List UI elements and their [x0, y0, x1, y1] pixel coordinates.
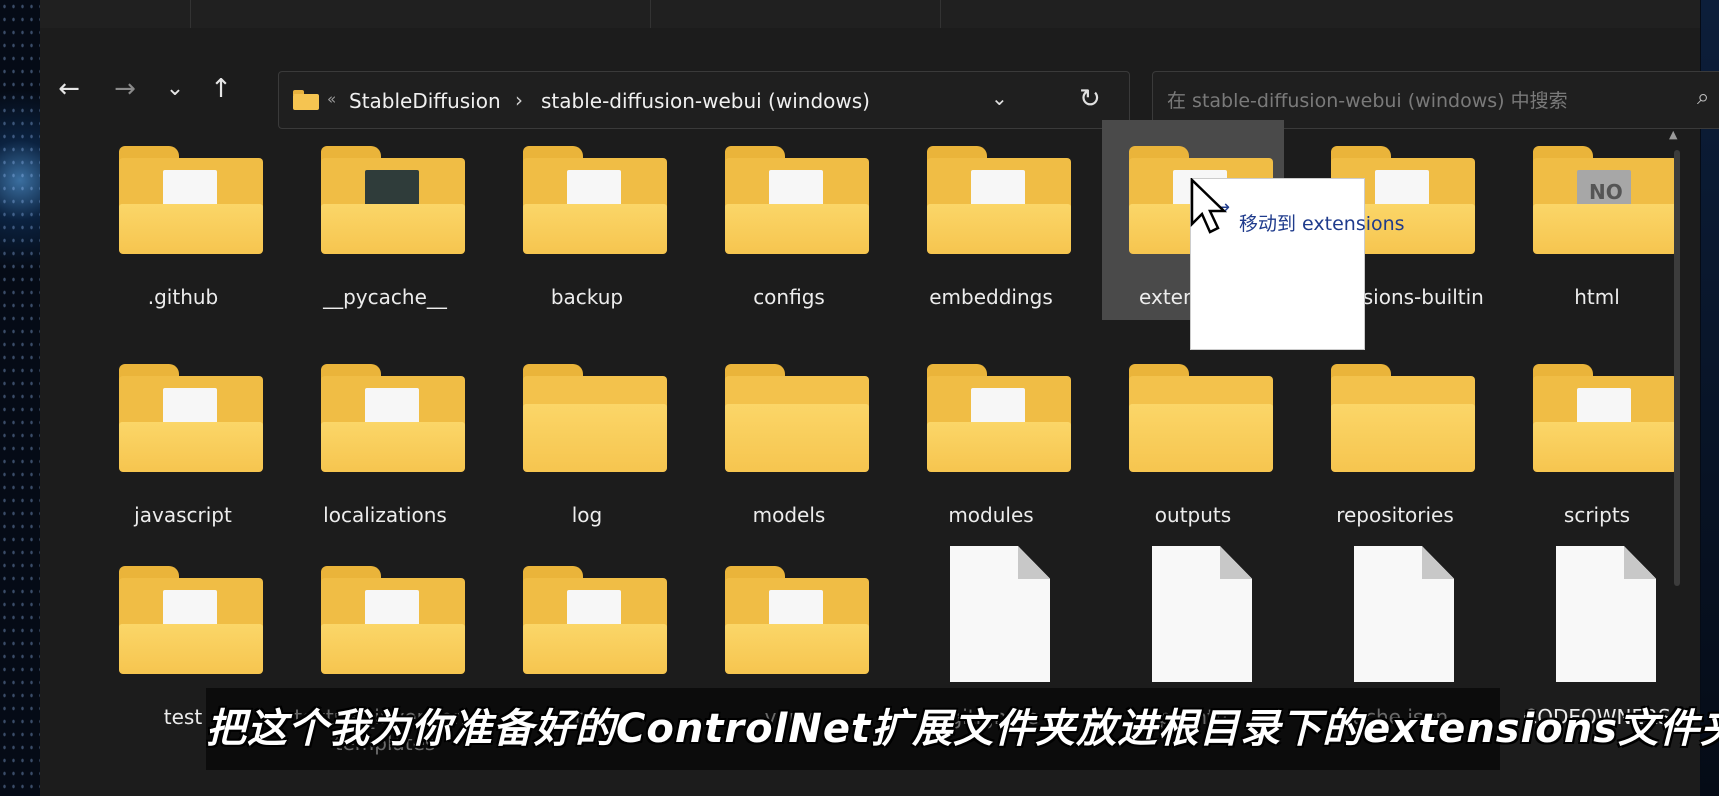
arrow-right-icon: →: [114, 74, 136, 104]
scroll-up-icon[interactable]: ▲: [1669, 128, 1677, 141]
folder-item[interactable]: log: [496, 338, 678, 538]
chevron-down-icon: ⌄: [165, 76, 185, 101]
folder-item[interactable]: .github: [92, 120, 274, 320]
address-dropdown-icon[interactable]: ⌄: [991, 86, 1008, 110]
folder-icon: [1533, 364, 1677, 472]
item-label: outputs: [1154, 503, 1232, 527]
search-icon[interactable]: ⌕: [1697, 85, 1709, 110]
item-label: html: [1574, 285, 1620, 309]
drag-tooltip-text: 移动到 extensions: [1239, 213, 1405, 235]
folder-icon: [1533, 146, 1677, 254]
folder-item[interactable]: modules: [900, 338, 1082, 538]
folder-icon: [523, 566, 667, 674]
item-label: javascript: [134, 503, 232, 527]
item-label: __pycache__: [323, 285, 447, 309]
item-label: backup: [550, 285, 624, 309]
navigation-bar: ← → ⌄ ↑ « StableDiffusion › stable-diffu…: [40, 28, 1719, 129]
folder-icon: [119, 566, 263, 674]
scrollbar[interactable]: [1674, 150, 1680, 586]
arrow-up-icon: ↑: [210, 74, 232, 104]
folder-icon: [927, 364, 1071, 472]
item-label: configs: [753, 285, 825, 309]
file-explorer-window: ← → ⌄ ↑ « StableDiffusion › stable-diffu…: [40, 0, 1719, 796]
folder-icon: [927, 146, 1071, 254]
item-label: log: [571, 503, 603, 527]
forward-button[interactable]: →: [108, 72, 142, 106]
item-label: .github: [147, 285, 219, 309]
video-subtitle: 把这个我为你准备好的ControlNet扩展文件夹放进根目录下的extensio…: [206, 688, 1719, 770]
folder-item[interactable]: repositories: [1304, 338, 1486, 538]
back-button[interactable]: ←: [52, 72, 86, 106]
breadcrumb-overflow[interactable]: «: [327, 90, 336, 108]
folder-item[interactable]: embeddings: [900, 120, 1082, 320]
tab-strip: [40, 0, 1700, 29]
folder-item[interactable]: backup: [496, 120, 678, 320]
item-label: localizations: [323, 503, 447, 527]
item-label: scripts: [1563, 503, 1631, 527]
folder-item[interactable]: localizations: [294, 338, 476, 538]
folder-icon: [321, 364, 465, 472]
file-icon: [950, 546, 1050, 682]
arrow-left-icon: ←: [58, 74, 80, 104]
search-input[interactable]: [1165, 86, 1689, 116]
folder-icon: [725, 364, 869, 472]
folder-icon: [523, 146, 667, 254]
folder-icon: [119, 364, 263, 472]
folder-item[interactable]: outputs: [1102, 338, 1284, 538]
folder-icon: [119, 146, 263, 254]
file-icon: [1152, 546, 1252, 682]
item-label: embeddings: [929, 285, 1053, 309]
breadcrumb-separator-icon[interactable]: ›: [515, 88, 523, 112]
mouse-cursor-icon: [1190, 178, 1228, 234]
item-label: modules: [948, 503, 1034, 527]
file-icon: [1354, 546, 1454, 682]
folder-icon: [523, 364, 667, 472]
folder-item[interactable]: scripts: [1506, 338, 1688, 538]
breadcrumb-webui[interactable]: stable-diffusion-webui (windows): [541, 89, 870, 113]
folder-item[interactable]: __pycache__: [294, 120, 476, 320]
folder-item[interactable]: javascript: [92, 338, 274, 538]
folder-item[interactable]: models: [698, 338, 880, 538]
up-button[interactable]: ↑: [204, 72, 238, 106]
recent-locations-button[interactable]: ⌄: [158, 72, 192, 106]
folder-icon: [321, 146, 465, 254]
item-label: repositories: [1336, 503, 1454, 527]
refresh-icon[interactable]: ↻: [1079, 84, 1101, 114]
subtitle-text: 把这个我为你准备好的ControlNet扩展文件夹放进根目录下的extensio…: [206, 706, 1719, 752]
folder-icon: [725, 566, 869, 674]
item-label: models: [752, 503, 826, 527]
folder-item[interactable]: configs: [698, 120, 880, 320]
folder-icon: [725, 146, 869, 254]
folder-icon: [1331, 364, 1475, 472]
breadcrumb-stablediffusion[interactable]: StableDiffusion: [349, 89, 501, 113]
folder-icon: [1129, 364, 1273, 472]
file-icon: [1556, 546, 1656, 682]
desktop-background: [0, 0, 42, 796]
folder-icon: [321, 566, 465, 674]
folder-icon: [293, 90, 319, 110]
folder-item[interactable]: html: [1506, 120, 1688, 320]
